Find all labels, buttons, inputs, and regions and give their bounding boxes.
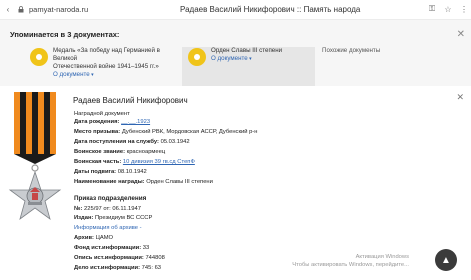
field-label: Дата рождения: [74,119,120,125]
field-value: 225/97 от: 06.11.1947 [84,206,141,212]
field-label: №: [74,206,83,212]
card-title-line1: Орден Славы III степени [211,47,283,54]
field-value: 05.03.1942 [160,139,190,145]
card-title-line2: Отечественной войне 1941–1945 гг.» [53,63,159,70]
field-birth-date: Дата рождения: __.__.1923 [74,119,150,126]
mentions-panel: Упоминается в 3 документах: ✕ Медаль «За… [0,20,471,86]
about-document-link[interactable]: О документе [53,71,182,79]
field-label: Наименование награды: [74,179,145,185]
star-icon[interactable]: ☆ [443,4,453,14]
unit-link[interactable]: 10 дивизия 39 гв.сд СтепФ [123,159,195,165]
order-of-glory-image [8,92,62,221]
field-award-name: Наименование награды: Орден Славы III ст… [74,179,213,186]
field-value: красноармеец [126,149,166,155]
browser-toolbar: ‹ pamyat-naroda.ru Радаев Василий Никифо… [0,0,471,20]
document-card-medal[interactable]: Медаль «За победу над Германией в Велико… [30,47,182,86]
field-label: Воинская часть: [74,159,122,165]
order-section-title: Приказ подразделения [74,195,147,202]
birth-date-link[interactable]: __.__.1923 [121,119,150,125]
field-label: Дата поступления на службу: [74,139,159,145]
menu-icon[interactable]: ⋮ [459,4,469,14]
field-service-start: Дата поступления на службу: 05.03.1942 [74,139,190,146]
close-icon[interactable]: ✕ [456,92,464,103]
archive-fond: Фонд ист.информации: 33 [74,245,149,252]
main-content: ✕ Радаев Василий Никифорович Наградной д… [0,86,471,280]
about-document-link[interactable]: О документе [211,55,282,63]
mentions-title: Упоминается в 3 документах: [10,30,120,39]
person-name: Радаев Василий Никифорович [73,96,188,105]
lock-icon [16,4,26,14]
back-arrow-icon[interactable]: ‹ [3,4,13,14]
field-label: Дело ист.информации: [74,265,141,271]
windows-activation-line2: Чтобы активировать Windows, перейдите... [292,262,409,268]
key-icon[interactable]: ⚿ [427,4,437,14]
document-card-order[interactable]: Орден Славы III степени О документе [182,47,315,86]
field-label: Архив: [74,235,94,241]
url-text[interactable]: pamyat-naroda.ru [29,5,88,14]
field-unit: Воинская часть: 10 дивизия 39 гв.сд Степ… [74,159,195,166]
field-label: Место призыва: [74,129,121,135]
similar-documents[interactable]: Похожие документы [316,47,446,86]
order-icon [188,48,206,66]
archive-delo: Дело ист.информации: 745: 63 [74,265,161,272]
field-label: Издан: [74,215,94,221]
field-label: Фонд ист.информации: [74,245,142,251]
archive-info: Информация об архиве - [74,225,142,232]
field-value: Президиум ВС СССР [95,215,153,221]
field-value: Орден Славы III степени [146,179,213,185]
browser-actions: ⚿ ☆ ⋮ [427,4,469,14]
field-draft-place: Место призыва: Дубенский РВК, Мордовская… [74,129,257,136]
field-label: Даты подвига: [74,169,117,175]
archive-name: Архив: ЦАМО [74,235,113,242]
doc-type: Наградной документ [74,111,130,117]
field-label: Воинское звание: [74,149,126,155]
field-value: ЦАМО [95,235,114,241]
page-title: Радаев Василий Никифорович :: Память нар… [180,5,361,14]
arrow-up-icon: ▲ [441,254,451,266]
windows-activation-line1: Активация Windows [355,254,409,260]
order-number: №: 225/97 от: 06.11.1947 [74,206,141,213]
address-bar[interactable]: ‹ pamyat-naroda.ru [3,4,89,14]
dash-glyph: - [138,225,142,231]
order-issuer: Издан: Президиум ВС СССР [74,215,152,222]
field-value: 744808 [145,255,165,261]
field-rank: Воинское звание: красноармеец [74,149,165,156]
field-label: Опись ист.информации: [74,255,144,261]
medal-icon [30,48,48,66]
similar-documents-label[interactable]: Похожие документы [322,47,380,86]
field-feat-date: Даты подвига: 08.10.1942 [74,169,147,176]
card-text: Орден Славы III степени О документе [211,47,282,86]
card-text: Медаль «За победу над Германией в Велико… [53,47,182,86]
scroll-up-button[interactable]: ▲ [435,249,457,271]
archive-info-link[interactable]: Информация об архиве [74,225,138,231]
card-title-line1: Медаль «За победу над Германией в Велико… [53,47,160,62]
field-value: Дубенский РВК, Мордовская АССР, Дубенски… [121,129,258,135]
archive-opis: Опись ист.информации: 744808 [74,255,165,262]
field-value: 745: 63 [141,265,162,271]
collapse-icon[interactable]: ✕ [457,29,465,40]
field-value: 08.10.1942 [117,169,147,175]
field-value: 33 [142,245,150,251]
